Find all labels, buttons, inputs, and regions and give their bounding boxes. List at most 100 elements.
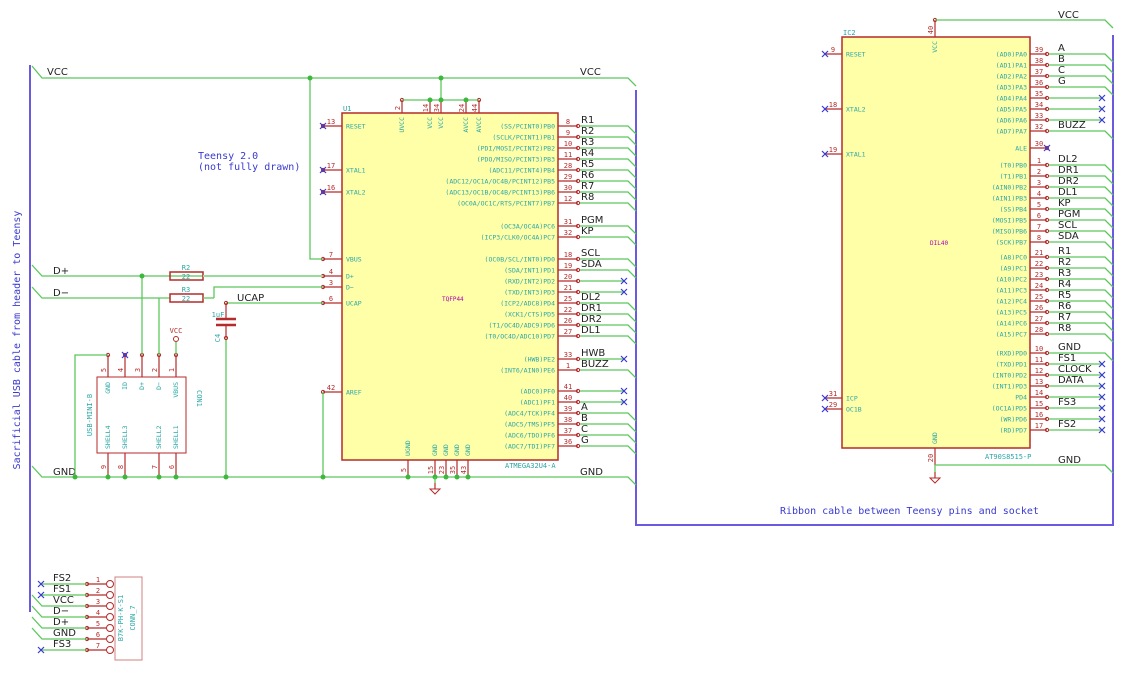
pin-number: 4 bbox=[96, 609, 100, 617]
net-label: R2 bbox=[1058, 257, 1071, 268]
pin-number: 18 bbox=[829, 101, 837, 109]
net-label: BUZZ bbox=[581, 359, 609, 370]
vcc-wire bbox=[31, 65, 637, 87]
pin-number: 19 bbox=[829, 146, 837, 154]
pin-name: (T1/OC4D/ADC9)PD6 bbox=[488, 322, 555, 330]
pin-number: 3 bbox=[329, 279, 333, 287]
pin-number: 18 bbox=[564, 251, 572, 259]
schematic-canvas: Sacrificial USB cable from header to Tee… bbox=[12, 10, 1114, 661]
net-label: R4 bbox=[581, 148, 594, 159]
pin-number: 36 bbox=[1035, 79, 1043, 87]
pin-name: (A12)PC4 bbox=[996, 298, 1027, 306]
pin-name: GND bbox=[931, 432, 939, 444]
pin-name: (ADC1)PF1 bbox=[520, 399, 555, 407]
pin-name: (INT1)PD3 bbox=[992, 383, 1027, 391]
pin-name: GND bbox=[104, 382, 112, 394]
pin-name: (MISO)PB6 bbox=[992, 228, 1027, 236]
pin-name: (AD7)PA7 bbox=[996, 128, 1027, 136]
pin-name: (A14)PC6 bbox=[996, 320, 1027, 328]
pin-number: 34 bbox=[433, 104, 441, 112]
pin-number: 17 bbox=[327, 162, 335, 170]
net-label: GND bbox=[1058, 342, 1081, 353]
pin-number: 28 bbox=[1035, 326, 1043, 334]
conn7-contact bbox=[106, 580, 114, 588]
pin-number: 11 bbox=[1035, 356, 1043, 364]
vcc-wire bbox=[935, 19, 1114, 29]
pin-name: GND bbox=[442, 444, 450, 456]
pin-number: 10 bbox=[564, 140, 572, 148]
pin-name: (ICP2/ADC8)PD4 bbox=[500, 300, 555, 308]
pin-number: 3 bbox=[1037, 179, 1041, 187]
pin-number: 13 bbox=[327, 118, 335, 126]
pin-name: GND bbox=[464, 444, 472, 456]
net-label: D+ bbox=[53, 617, 69, 628]
net-label: FS2 bbox=[53, 573, 71, 584]
pin-number: 38 bbox=[1035, 57, 1043, 65]
junction-dot bbox=[122, 474, 128, 480]
pin-name: UVCC bbox=[398, 117, 406, 133]
con1-value: USB-MINI-B bbox=[86, 394, 94, 436]
pin-name: (AD0)PA0 bbox=[996, 51, 1027, 59]
pin-number: 19 bbox=[564, 262, 572, 270]
pin-number: 2 bbox=[96, 587, 100, 595]
pin-name: (SS)PB4 bbox=[1000, 206, 1027, 214]
pin-number: 9 bbox=[831, 46, 835, 54]
pin-name: (INT0)PD2 bbox=[992, 372, 1027, 380]
pin-name: SHELL4 bbox=[104, 425, 112, 449]
pin-name: (SCLK/PCINT1)PB1 bbox=[492, 134, 555, 142]
net-label: R3 bbox=[1058, 268, 1071, 279]
net-label: SCL bbox=[581, 248, 600, 259]
pin-number: 20 bbox=[564, 273, 572, 281]
pin-number: 2 bbox=[1037, 168, 1041, 176]
pin-name: AVCC bbox=[475, 117, 483, 133]
net-label: DR2 bbox=[581, 314, 602, 325]
pin-number: 5 bbox=[1037, 201, 1041, 209]
pin-number: 42 bbox=[327, 384, 335, 392]
net-label: B bbox=[581, 413, 588, 424]
ic2-footprint: DIL40 bbox=[930, 240, 948, 247]
junction-dot bbox=[320, 474, 326, 480]
pin-name: (AD1)PA1 bbox=[996, 62, 1027, 70]
ribbon-label: Ribbon cable between Teensy pins and soc… bbox=[780, 506, 1039, 517]
power-icon bbox=[173, 336, 179, 342]
pin-number: 32 bbox=[564, 229, 572, 237]
pin-number: 12 bbox=[1035, 367, 1043, 375]
pin-name: (ADC7/TDI)PF7 bbox=[504, 443, 555, 451]
pin-number: 29 bbox=[829, 401, 837, 409]
net-wire bbox=[1049, 130, 1114, 140]
pin-number: 14 bbox=[1035, 389, 1043, 397]
pin-name: (ADC11/PCINT4)PB4 bbox=[488, 167, 555, 175]
pin-number: 31 bbox=[564, 218, 572, 226]
conn7-contact bbox=[106, 646, 114, 654]
pin-number: 39 bbox=[1035, 46, 1043, 54]
u1-body bbox=[341, 112, 559, 461]
pin-name: (ADC13/OC1B/OC4B/PCINT13)PB6 bbox=[445, 189, 555, 197]
conn7-contact bbox=[106, 602, 114, 610]
u1-footprint: TQFP44 bbox=[442, 296, 464, 303]
junction-dot bbox=[443, 474, 449, 480]
net-label: R8 bbox=[1058, 323, 1071, 334]
pin-name: (ADC12/OC1A/OC4B/PCINT12)PB5 bbox=[445, 178, 555, 186]
conn7-ref: CONN_7 bbox=[129, 605, 137, 630]
ic2-value: AT90S8515-P bbox=[985, 453, 1031, 461]
pin-number: 5 bbox=[96, 620, 100, 628]
net-label-vcc: VCC bbox=[47, 67, 68, 78]
pin-number: 2 bbox=[151, 368, 159, 372]
pin-name: (RD)PD7 bbox=[1000, 427, 1027, 435]
pin-name: (A13)PC5 bbox=[996, 309, 1027, 317]
pin-number: 9 bbox=[100, 465, 108, 469]
pin-name: XTAL1 bbox=[346, 167, 366, 175]
net-label: C bbox=[1058, 65, 1065, 76]
pin-name: AREF bbox=[346, 389, 362, 397]
junction-dot bbox=[307, 75, 313, 81]
pin-name: (A9)PC1 bbox=[1000, 265, 1027, 273]
pin-name: (ADC6/TDO)PF6 bbox=[504, 432, 555, 440]
net-label: DATA bbox=[1058, 375, 1084, 386]
pin-name: D+ bbox=[346, 273, 354, 281]
junction-dot bbox=[139, 273, 145, 279]
r2-value: 22 bbox=[182, 273, 190, 281]
net-label-vcc: VCC bbox=[580, 67, 601, 78]
pin-number: 21 bbox=[1035, 249, 1043, 257]
pin-number: 24 bbox=[458, 104, 466, 112]
pin-number: 3 bbox=[96, 598, 100, 606]
